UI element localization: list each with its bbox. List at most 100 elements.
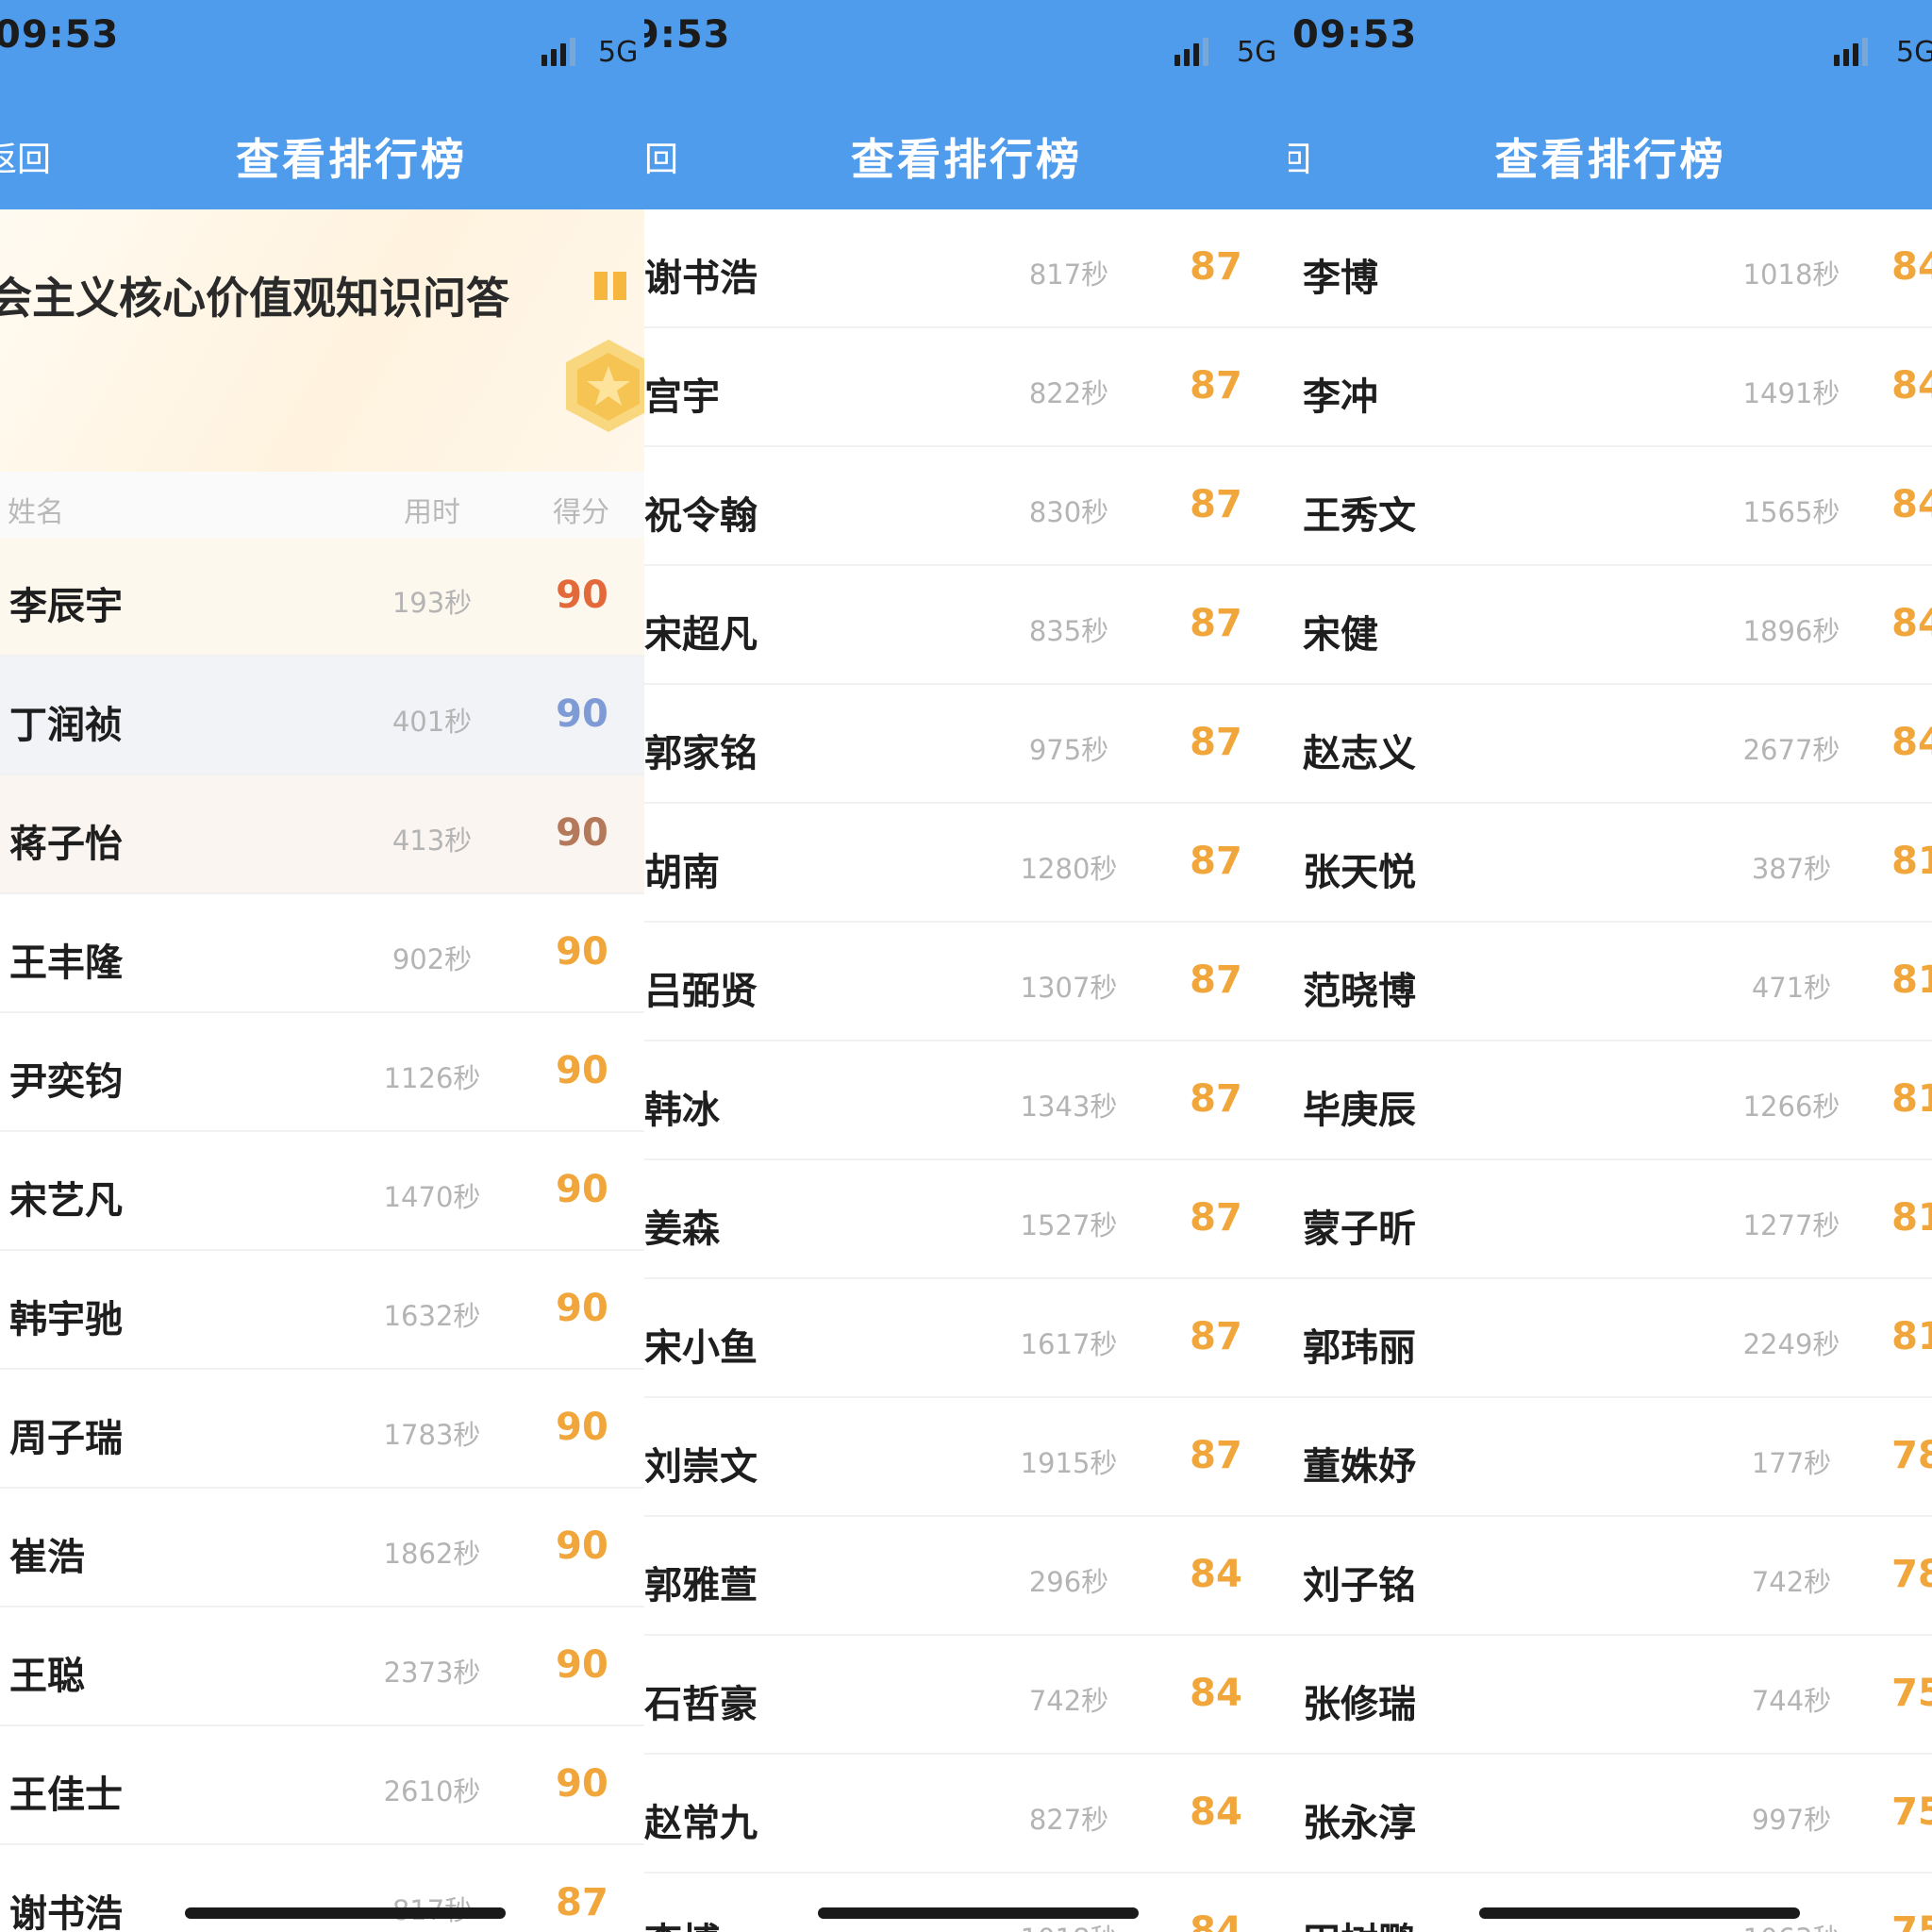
player-name: 郭雅萱 [644,1564,758,1607]
time-used: 1018秒 [1742,258,1840,291]
table-row: 宋健 1896秒 84 [1289,566,1932,685]
time-used: 1565秒 [1742,496,1840,528]
table-row: 谢书浩817秒87 [644,209,1289,328]
score: 81 [1891,1196,1932,1240]
nav-bar: 回 查看排行榜 [644,94,1289,209]
time-used: 742秒 [1028,1685,1109,1717]
time-used: 413秒 [391,824,473,857]
time-used: 1063秒 [1725,1917,1857,1932]
time-used: 827秒 [1028,1804,1109,1836]
score: 84 [1190,1909,1242,1932]
network-type: 5G [1237,36,1277,69]
column-header-name: 姓名 [8,496,64,529]
quiz-banner: 会主义核心价值观知识问答 [0,209,644,472]
time-used: 975秒 [1028,734,1109,766]
status-bar: 09:53 5G [0,0,644,94]
player-name: 李辰宇 [9,585,123,628]
score: 75 [1891,1790,1932,1834]
network-type: 5G [1896,36,1932,69]
player-name: 李博 [644,1911,720,1932]
time-used: 1307秒 [1020,972,1118,1004]
cellular-signal-icon [1834,36,1868,66]
player-name: 张永淳 [1303,1802,1416,1845]
time-used: 2373秒 [383,1657,481,1689]
score: 90 [556,1287,608,1330]
time-used: 1862秒 [383,1538,481,1570]
score: 90 [556,1643,608,1687]
time-used: 2677秒 [1742,734,1840,766]
page-title: 查看排行榜 [1494,134,1726,185]
table-row: 崔浩 1862秒 90 [0,1489,644,1607]
score: 90 [556,930,608,974]
score: 87 [1190,364,1242,408]
time-used: 817秒 [1028,258,1109,291]
player-name: 宋小鱼 [644,1326,758,1370]
table-row: 李博 1018秒 84 [1289,209,1932,328]
table-row: 张修瑞 744秒 75 [1289,1636,1932,1755]
time-used: 177秒 [1751,1447,1832,1479]
home-indicator [185,1907,506,1919]
time-used: 1491秒 [1742,377,1840,409]
player-name: 刘崇文 [644,1445,758,1489]
player-name: 刘子铭 [1303,1564,1416,1607]
score: 90 [556,1049,608,1092]
score: 84 [1891,364,1932,408]
score: 87 [1190,1434,1242,1477]
score: 87 [1190,840,1242,883]
time-used: 2249秒 [1742,1328,1840,1360]
player-name: 赵志义 [1303,732,1416,775]
score: 75 [1891,1909,1932,1932]
time-used: 2610秒 [383,1775,481,1807]
time-used: 1126秒 [383,1062,481,1094]
time-used: 1470秒 [383,1181,481,1213]
table-row: 王丰隆 902秒 90 [0,894,644,1013]
time-used: 1343秒 [1020,1091,1118,1123]
table-row: 赵志义 2677秒 84 [1289,685,1932,804]
time-used: 1632秒 [383,1300,481,1332]
score: 87 [1190,1077,1242,1121]
table-row: 范晓博 471秒 81 [1289,923,1932,1041]
score: 84 [1891,483,1932,526]
time-used: 1277秒 [1742,1209,1840,1241]
table-row: 丁润祯 401秒 90 [0,657,644,775]
score: 81 [1891,840,1932,883]
table-row: 赵常九 827秒 84 [644,1755,1289,1874]
time-used: 830秒 [1028,496,1109,528]
table-row: 刘崇文 1915秒 87 [644,1398,1289,1517]
score: 87 [1190,483,1242,526]
column-header-time: 用时 [404,496,460,529]
player-name: 王秀文 [1303,494,1416,538]
score: 90 [556,692,608,736]
table-row: 王秀文 1565秒 84 [1289,447,1932,566]
player-name: 祝令翰 [644,494,758,538]
time-used: 742秒 [1751,1566,1832,1598]
table-row: 郭家铭 975秒 87 [644,685,1289,804]
score: 87 [1190,1315,1242,1358]
table-row: 李博 1018秒 84 [644,1874,1289,1932]
table-row: 毕庚辰 1266秒 81 [1289,1041,1932,1160]
nav-bar: 返回 查看排行榜 [0,94,644,209]
table-row: 谢书浩817秒87 [0,1845,644,1932]
player-name: 李博 [1303,257,1378,300]
status-time: 09:53 [1292,13,1418,57]
table-row: 李辰宇 193秒 90 [0,538,644,657]
player-name: 郭玮丽 [1303,1326,1416,1370]
table-row: 韩冰 1343秒 87 [644,1041,1289,1160]
table-row: 吕弼贤 1307秒 87 [644,923,1289,1041]
time-used: 401秒 [391,706,473,738]
status-bar: 09:53 5G [1289,0,1932,94]
time-used: 1280秒 [1020,853,1118,885]
player-name: 谢书浩 [9,1892,123,1932]
table-header: 姓名 用时 得分 [0,472,644,538]
table-row: 郭雅萱 296秒 84 [644,1517,1289,1636]
table-row: 王佳士 2610秒 90 [0,1726,644,1845]
player-name: 董姝妤 [1303,1445,1416,1489]
time-used: 1896秒 [1742,615,1840,647]
table-row: 郭玮丽 2249秒 81 [1289,1279,1932,1398]
score: 75 [1891,1672,1932,1715]
player-name: 宋艺凡 [9,1179,123,1223]
score: 78 [1891,1434,1932,1477]
player-name: 王丰隆 [9,941,123,985]
player-name: 李冲 [1303,375,1378,419]
player-name: 谢书浩 [644,257,758,300]
